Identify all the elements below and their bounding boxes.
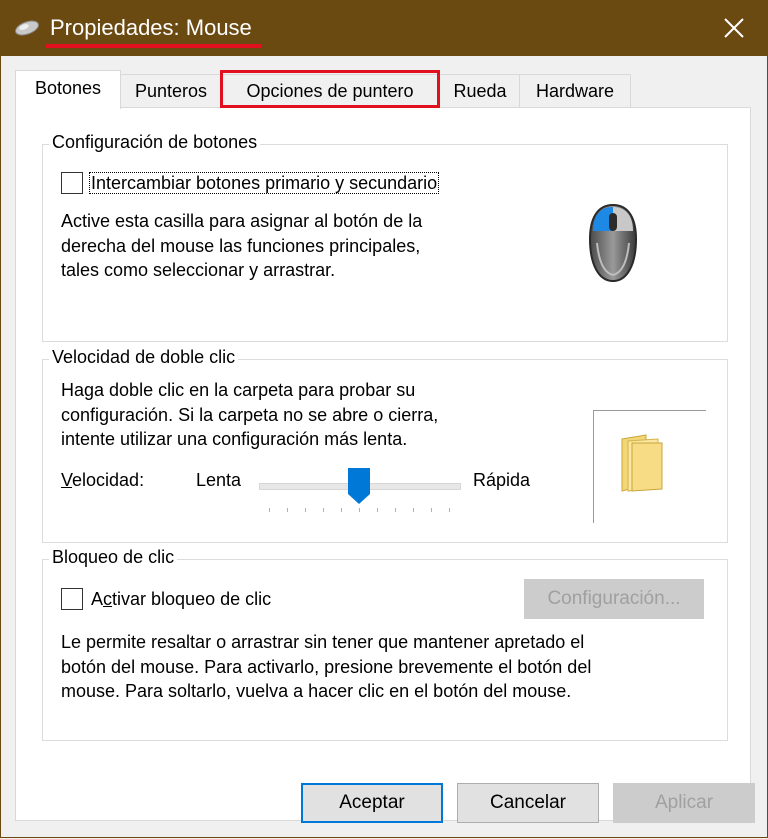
cancel-button[interactable]: Cancelar — [457, 783, 599, 823]
slider-tick — [431, 508, 432, 512]
group-title: Bloqueo de clic — [49, 547, 178, 568]
slider-tick — [359, 508, 360, 512]
click-lock-label[interactable]: Activar bloqueo de clic — [91, 587, 271, 612]
tab-rueda[interactable]: Rueda — [439, 74, 521, 108]
double-click-group: Velocidad de doble clic Haga doble clic … — [42, 347, 728, 543]
window-title: Propiedades: Mouse — [50, 15, 252, 40]
slider-tick — [323, 508, 324, 512]
slider-tick — [449, 508, 450, 512]
title-bar: Propiedades: Mouse — [0, 0, 768, 56]
dialog-body: Botones Punteros Opciones de puntero Rue… — [0, 56, 768, 838]
click-lock-checkbox[interactable] — [61, 588, 83, 610]
group-title: Configuración de botones — [49, 132, 261, 153]
double-click-description: Haga doble clic en la carpeta para proba… — [61, 380, 439, 449]
click-lock-group: Bloqueo de clic Activar bloqueo de clic … — [42, 547, 728, 741]
slider-tick — [305, 508, 306, 512]
close-icon — [724, 18, 744, 38]
tab-panel: Configuración de botones Intercambiar bo… — [15, 107, 751, 821]
speed-slider-ticks — [259, 508, 459, 512]
tab-botones[interactable]: Botones — [15, 70, 121, 109]
slider-tick — [287, 508, 288, 512]
mouse-icon — [588, 203, 638, 283]
tab-hardware[interactable]: Hardware — [519, 74, 631, 108]
folder-icon — [621, 434, 663, 492]
slider-tick — [341, 508, 342, 512]
apply-button[interactable]: Aplicar — [613, 783, 755, 823]
click-lock-settings-button[interactable]: Configuración... — [524, 579, 704, 619]
test-folder-box[interactable] — [593, 410, 706, 523]
speed-label: Velocidad: — [61, 470, 145, 490]
slow-label: Lenta — [196, 470, 242, 490]
slider-tick — [413, 508, 414, 512]
title-highlight-underline — [46, 44, 262, 48]
button-config-group: Configuración de botones Intercambiar bo… — [42, 132, 728, 342]
ok-button[interactable]: Aceptar — [301, 783, 443, 823]
swap-buttons-label[interactable]: Intercambiar botones primario y secundar… — [89, 171, 440, 196]
button-config-description: Active esta casilla para asignar al botó… — [61, 211, 423, 280]
swap-buttons-checkbox[interactable] — [61, 172, 83, 194]
slider-tick — [269, 508, 270, 512]
close-button[interactable] — [708, 8, 760, 48]
click-lock-description: Le permite resaltar o arrastrar sin tene… — [61, 632, 592, 701]
speed-slider-thumb[interactable] — [348, 468, 370, 504]
tab-punteros[interactable]: Punteros — [119, 74, 223, 108]
fast-label: Rápida — [473, 470, 531, 490]
slider-tick — [395, 508, 396, 512]
group-title: Velocidad de doble clic — [49, 347, 239, 368]
slider-tick — [377, 508, 378, 512]
mouse-app-icon — [15, 20, 39, 36]
tab-opciones-de-puntero[interactable]: Opciones de puntero — [221, 74, 439, 108]
